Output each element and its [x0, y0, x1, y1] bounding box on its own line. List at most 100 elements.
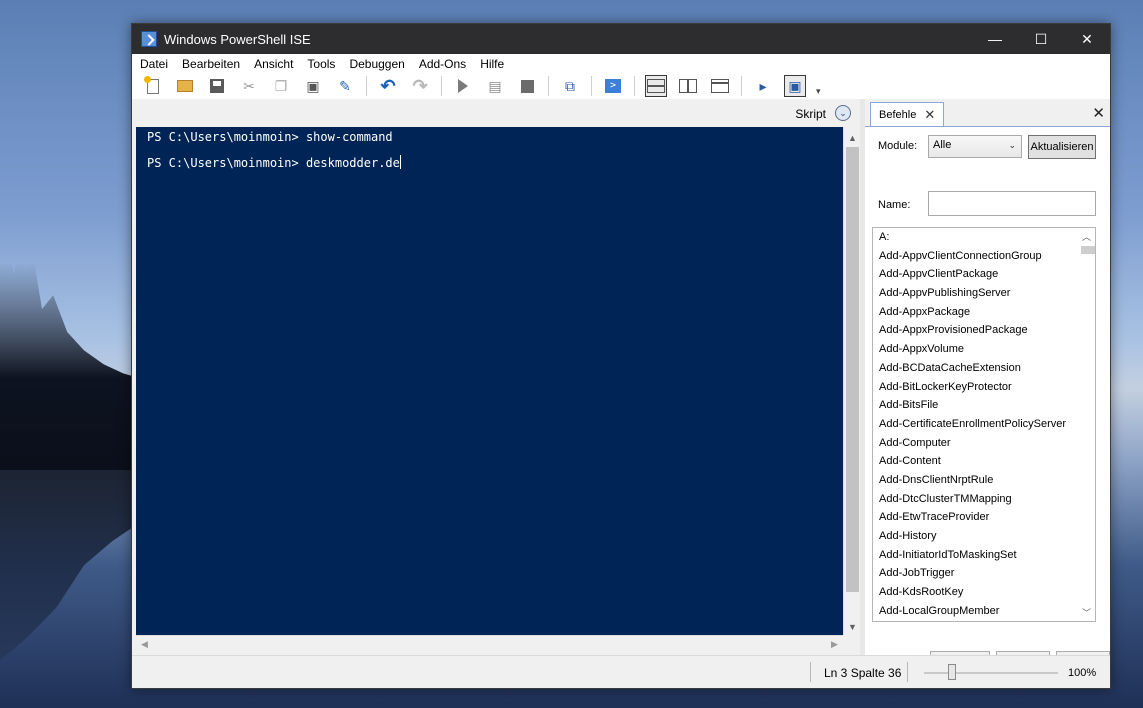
command-list-item[interactable]: Add-AppvPublishingServer: [873, 284, 1095, 303]
commands-panel: Befehle ✕ ✕ Module: Alle ⌄ Aktualisieren…: [865, 99, 1110, 671]
powershell-ise-window: Windows PowerShell ISE — ☐ ✕ Datei Bearb…: [131, 23, 1111, 689]
clear-console-button[interactable]: ✎: [334, 75, 356, 97]
status-separator: [810, 662, 811, 682]
console-pane[interactable]: PS C:\Users\moinmoin> show-command PS C:…: [136, 127, 843, 635]
console-line: PS C:\Users\moinmoin> show-command: [147, 130, 393, 144]
scroll-right-icon[interactable]: ▶: [826, 636, 843, 653]
panel-close-icon[interactable]: ✕: [1092, 104, 1105, 122]
maximize-button[interactable]: ☐: [1018, 24, 1064, 54]
window-title: Windows PowerShell ISE: [164, 31, 311, 47]
command-list-item[interactable]: Add-AppvClientPackage: [873, 265, 1095, 284]
layout-maximized-button[interactable]: [709, 75, 731, 97]
cut-button[interactable]: ✂: [238, 75, 260, 97]
chevron-down-icon: ⌄: [839, 107, 847, 118]
menu-hilfe[interactable]: Hilfe: [480, 57, 504, 71]
module-label: Module:: [878, 140, 918, 152]
layout-right-icon: [679, 79, 697, 93]
undo-icon: ↶: [380, 75, 396, 96]
status-separator: [907, 662, 908, 682]
command-list-item[interactable]: Add-Content: [873, 452, 1095, 471]
paste-button[interactable]: ▣: [302, 75, 324, 97]
paste-icon: ▣: [306, 77, 320, 94]
command-list-item[interactable]: Add-JobTrigger: [873, 564, 1095, 583]
open-button[interactable]: [174, 75, 196, 97]
command-list-item[interactable]: Add-CertificateEnrollmentPolicyServer: [873, 415, 1095, 434]
scroll-up-icon[interactable]: ︿: [1078, 228, 1095, 245]
layout-right-button[interactable]: [677, 75, 699, 97]
command-list-item[interactable]: Add-DnsClientNrptRule: [873, 471, 1095, 490]
open-folder-icon: [177, 80, 193, 92]
show-script-pane-button[interactable]: ⌄: [835, 105, 851, 121]
save-button[interactable]: [206, 75, 228, 97]
close-icon[interactable]: ✕: [924, 107, 935, 123]
run-script-button[interactable]: [452, 75, 474, 97]
command-list-item[interactable]: Add-LocalGroupMember: [873, 602, 1095, 621]
menu-datei[interactable]: Datei: [140, 57, 168, 71]
command-list-item[interactable]: Add-History: [873, 527, 1095, 546]
command-list-item[interactable]: Add-BitLockerKeyProtector: [873, 378, 1095, 397]
run-selection-button[interactable]: ▤: [484, 75, 506, 97]
new-file-button[interactable]: [142, 75, 164, 97]
scroll-up-icon[interactable]: ▲: [844, 129, 861, 146]
command-list-item[interactable]: Add-InitiatorIdToMaskingSet: [873, 546, 1095, 565]
show-command-addon-button[interactable]: ▣: [784, 75, 806, 97]
scroll-thumb[interactable]: [846, 147, 859, 592]
command-list-item[interactable]: Add-KdsRootKey: [873, 583, 1095, 602]
toolbar-separator: [591, 76, 592, 96]
layout-top-button[interactable]: [645, 75, 667, 97]
menu-debuggen[interactable]: Debuggen: [349, 57, 404, 71]
menu-add-ons[interactable]: Add-Ons: [419, 57, 466, 71]
command-list[interactable]: A: Add-AppvClientConnectionGroup Add-AppvC…: [872, 227, 1096, 622]
zoom-slider-thumb[interactable]: [948, 664, 956, 680]
minimize-button[interactable]: —: [972, 24, 1018, 54]
scroll-left-icon[interactable]: ◀: [136, 636, 153, 653]
menu-tools[interactable]: Tools: [307, 57, 335, 71]
close-button[interactable]: ✕: [1064, 24, 1110, 54]
chevron-down-icon: ⌄: [1008, 140, 1016, 150]
command-list-item[interactable]: Add-BitsFile: [873, 396, 1095, 415]
scroll-down-icon[interactable]: ▼: [844, 618, 861, 635]
tab-befehle[interactable]: Befehle ✕: [870, 102, 944, 126]
toolbar-separator: [548, 76, 549, 96]
console-line-text: PS C:\Users\moinmoin> deskmodder.de: [147, 156, 400, 170]
copy-button[interactable]: ❐: [270, 75, 292, 97]
show-script-button[interactable]: ▸: [752, 75, 774, 97]
command-list-scrollbar[interactable]: ︿ ﹀: [1078, 228, 1095, 621]
title-bar[interactable]: Windows PowerShell ISE — ☐ ✕: [132, 24, 1110, 54]
start-powershell-button[interactable]: >: [602, 75, 624, 97]
name-search-input[interactable]: [928, 191, 1096, 216]
scroll-thumb[interactable]: [1081, 246, 1095, 254]
command-items: A: Add-AppvClientConnectionGroup Add-AppvC…: [873, 228, 1095, 620]
command-list-item[interactable]: Add-AppxProvisionedPackage: [873, 321, 1095, 340]
desktop-wallpaper-reflection: [0, 470, 140, 661]
command-list-item[interactable]: Add-Computer: [873, 434, 1095, 453]
toolbar-overflow-icon[interactable]: ▾: [816, 86, 821, 97]
module-value: Alle: [933, 139, 952, 151]
desktop-wallpaper-trees: [0, 240, 140, 470]
undo-button[interactable]: ↶: [377, 75, 399, 97]
console-horizontal-scrollbar[interactable]: ◀ ▶: [136, 635, 843, 652]
scroll-down-icon[interactable]: ﹀: [1078, 604, 1095, 621]
name-label: Name:: [878, 199, 911, 211]
new-remote-tab-button[interactable]: ⧉: [559, 75, 581, 97]
script-label[interactable]: Skript: [795, 107, 826, 121]
command-list-item[interactable]: A:: [873, 228, 1095, 247]
zoom-slider-track[interactable]: [924, 672, 1058, 674]
new-file-icon: [144, 75, 159, 94]
console-vertical-scrollbar[interactable]: ▲ ▼: [843, 127, 860, 635]
stop-button[interactable]: [516, 75, 538, 97]
redo-button[interactable]: ↷: [409, 75, 431, 97]
menu-ansicht[interactable]: Ansicht: [254, 57, 293, 71]
menu-bearbeiten[interactable]: Bearbeiten: [182, 57, 240, 71]
command-list-item[interactable]: Add-AppxVolume: [873, 340, 1095, 359]
script-pane-header: Skript ⌄: [132, 99, 860, 127]
toolbar-separator: [634, 76, 635, 96]
refresh-button[interactable]: Aktualisieren: [1028, 135, 1096, 159]
command-list-item[interactable]: Add-DtcClusterTMMapping: [873, 490, 1095, 509]
command-list-item[interactable]: Add-EtwTraceProvider: [873, 508, 1095, 527]
command-list-item[interactable]: Add-BCDataCacheExtension: [873, 359, 1095, 378]
command-list-item[interactable]: Add-AppvClientConnectionGroup: [873, 247, 1095, 266]
commands-body: Module: Alle ⌄ Aktualisieren Name: A: Add…: [865, 126, 1110, 671]
command-list-item[interactable]: Add-AppxPackage: [873, 303, 1095, 322]
module-dropdown[interactable]: Alle ⌄: [928, 135, 1022, 158]
